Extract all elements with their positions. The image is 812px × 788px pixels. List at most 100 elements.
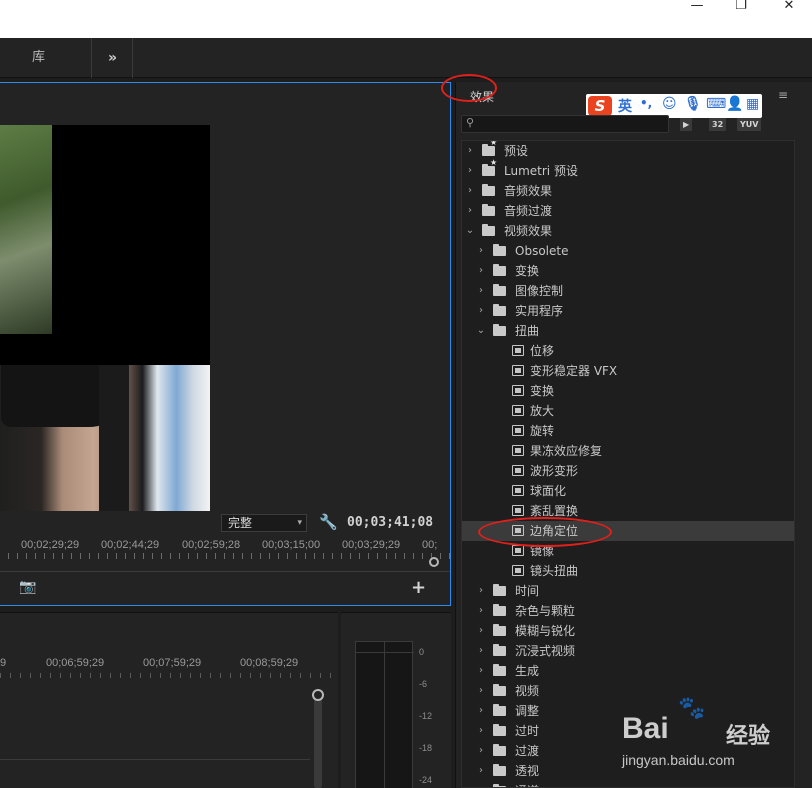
effects-folder-item[interactable]: › 音频过渡 bbox=[462, 201, 794, 221]
close-button[interactable]: ✕ bbox=[774, 0, 804, 14]
effects-folder-item[interactable]: ⌄ 扭曲 bbox=[462, 321, 794, 341]
chevron-right-icon[interactable]: › bbox=[475, 621, 487, 641]
effect-item[interactable]: 旋转 bbox=[462, 421, 794, 441]
effect-label: 变换 bbox=[530, 384, 555, 398]
restore-button[interactable]: ❐ bbox=[726, 0, 756, 14]
ruler-label: 00;07;59;29 bbox=[143, 657, 202, 669]
effects-folder-item[interactable]: › 杂色与颗粒 bbox=[462, 601, 794, 621]
panel-menu-icon[interactable]: ≡ bbox=[778, 88, 788, 102]
effect-item[interactable]: 位移 bbox=[462, 341, 794, 361]
effects-folder-item[interactable]: › 模糊与锐化 bbox=[462, 621, 794, 641]
effects-folder-item[interactable]: › Obsolete bbox=[462, 241, 794, 261]
effects-panel: 效果 ≡ S 英 •, ☺ 🎙 ⌨ 👤 ▦ ⚲ ▶ 32 YUV › ★ 预设 › ★ L… bbox=[455, 82, 812, 788]
microphone-icon[interactable]: 🎙 bbox=[684, 96, 702, 112]
chevron-right-icon[interactable]: › bbox=[475, 301, 487, 321]
yuv-filter[interactable]: YUV bbox=[737, 118, 762, 131]
effect-label: 镜头扭曲 bbox=[530, 564, 579, 578]
annotation-ellipse bbox=[441, 74, 497, 102]
folder-icon bbox=[493, 284, 506, 296]
db-label: 0 bbox=[419, 647, 425, 657]
chevron-right-icon[interactable]: › bbox=[475, 281, 487, 301]
folder-icon: ★ bbox=[482, 141, 497, 156]
db-label: -6 bbox=[419, 679, 428, 689]
chevron-right-icon[interactable]: › bbox=[475, 641, 487, 661]
effects-folder-item[interactable]: › ★ Lumetri 预设 bbox=[462, 159, 794, 181]
32-bit-filter[interactable]: 32 bbox=[709, 118, 727, 131]
effects-folder-item[interactable]: › 沉浸式视频 bbox=[462, 641, 794, 661]
timeline-panel: 9 00;06;59;29 00;07;59;29 00;08;59;29 bbox=[0, 612, 338, 788]
chevron-right-icon[interactable]: › bbox=[475, 261, 487, 281]
chevron-right-icon[interactable]: › bbox=[475, 241, 487, 261]
timeline-scrollbar[interactable] bbox=[314, 689, 322, 788]
effects-folder-item[interactable]: › 生成 bbox=[462, 661, 794, 681]
workspace-tab-library[interactable]: 库 bbox=[0, 38, 92, 78]
effects-folder-item[interactable]: › 图像控制 bbox=[462, 281, 794, 301]
wrench-icon[interactable]: 🔧 bbox=[319, 513, 338, 531]
chevron-right-icon[interactable]: › bbox=[464, 181, 476, 201]
effects-folder-label: 过渡 bbox=[515, 744, 540, 758]
effects-folder-label: 沉浸式视频 bbox=[515, 644, 576, 658]
effect-item[interactable]: 放大 bbox=[462, 401, 794, 421]
effect-icon bbox=[512, 565, 524, 576]
effects-folder-label: 通道 bbox=[515, 781, 539, 787]
sogou-logo-icon[interactable]: S bbox=[588, 96, 612, 116]
chevron-right-icon[interactable]: › bbox=[475, 581, 487, 601]
effects-folder-item[interactable]: › ★ 预设 bbox=[462, 141, 794, 161]
effects-search-input[interactable]: ⚲ bbox=[461, 115, 669, 133]
duration-timecode[interactable]: 00;03;41;08 bbox=[347, 515, 433, 530]
effect-icon bbox=[512, 505, 524, 516]
emoji-icon[interactable]: ☺ bbox=[662, 96, 677, 112]
chevron-right-icon[interactable]: › bbox=[475, 781, 487, 787]
chevron-right-icon[interactable]: › bbox=[464, 141, 476, 161]
chevron-right-icon[interactable]: › bbox=[464, 161, 476, 181]
chevron-down-icon[interactable]: ⌄ bbox=[475, 321, 487, 341]
effect-item[interactable]: 波形变形 bbox=[462, 461, 794, 481]
minimize-button[interactable]: — bbox=[682, 0, 712, 14]
effect-item[interactable]: 果冻效应修复 bbox=[462, 441, 794, 461]
playhead-handle[interactable] bbox=[429, 557, 439, 567]
add-button-plus-icon[interactable]: + bbox=[411, 577, 426, 598]
chevron-right-icon[interactable]: › bbox=[464, 201, 476, 221]
monitor-time-ruler[interactable]: 00;02;29;29 00;02;44;29 00;02;59;28 00;0… bbox=[0, 535, 450, 563]
effects-folder-item[interactable]: › 时间 bbox=[462, 581, 794, 601]
effect-item[interactable]: 变形稳定器 VFX bbox=[462, 361, 794, 381]
effects-folder-item[interactable]: › 音频效果 bbox=[462, 181, 794, 201]
user-icon[interactable]: 👤 bbox=[726, 96, 743, 112]
chevron-right-icon[interactable]: › bbox=[475, 721, 487, 741]
effects-folder-label: 变换 bbox=[515, 264, 540, 278]
effect-icon bbox=[512, 365, 524, 376]
chevron-right-icon[interactable]: › bbox=[475, 681, 487, 701]
camera-icon[interactable]: 📷 bbox=[19, 579, 36, 595]
effects-folder-label: 过时 bbox=[515, 724, 540, 738]
accelerated-effects-filter-icon[interactable]: ▶ bbox=[680, 118, 693, 131]
effects-folder-item[interactable]: › 变换 bbox=[462, 261, 794, 281]
db-label: -12 bbox=[419, 711, 433, 721]
folder-icon: ★ bbox=[482, 159, 497, 176]
more-workspaces-button[interactable]: » bbox=[93, 38, 133, 78]
chevron-right-icon[interactable]: › bbox=[475, 661, 487, 681]
folder-icon bbox=[493, 684, 506, 696]
program-monitor: 完整 ▾ 🔧 00;03;41;08 00;02;29;29 00;02;44;… bbox=[0, 82, 451, 606]
chevron-right-icon[interactable]: › bbox=[475, 741, 487, 761]
effects-folder-item[interactable]: ⌄ 视频效果 bbox=[462, 221, 794, 241]
chevron-right-icon[interactable]: › bbox=[475, 701, 487, 721]
chevron-right-icon[interactable]: › bbox=[475, 601, 487, 621]
ruler-label: 00; bbox=[422, 539, 438, 551]
ime-punctuation-toggle[interactable]: •, bbox=[640, 96, 652, 110]
effect-item[interactable]: 变换 bbox=[462, 381, 794, 401]
ime-language-toggle[interactable]: 英 bbox=[618, 96, 632, 116]
chevron-down-icon[interactable]: ⌄ bbox=[464, 221, 476, 241]
effects-folder-item[interactable]: › 实用程序 bbox=[462, 301, 794, 321]
playback-resolution-select[interactable]: 完整 ▾ bbox=[221, 514, 307, 532]
effect-item[interactable]: 球面化 bbox=[462, 481, 794, 501]
timeline-zoom-handle[interactable] bbox=[312, 689, 324, 701]
ruler-label: 00;02;59;28 bbox=[182, 539, 241, 551]
keyboard-icon[interactable]: ⌨ bbox=[706, 96, 726, 112]
audio-meter-bars bbox=[355, 641, 414, 788]
effects-folder-item[interactable]: › 通道 bbox=[462, 781, 794, 787]
video-clip-portrait bbox=[0, 365, 210, 511]
chevron-right-icon[interactable]: › bbox=[475, 761, 487, 781]
grid-icon[interactable]: ▦ bbox=[746, 96, 759, 112]
effect-item[interactable]: 镜头扭曲 bbox=[462, 561, 794, 581]
annotation-ellipse bbox=[478, 517, 612, 547]
